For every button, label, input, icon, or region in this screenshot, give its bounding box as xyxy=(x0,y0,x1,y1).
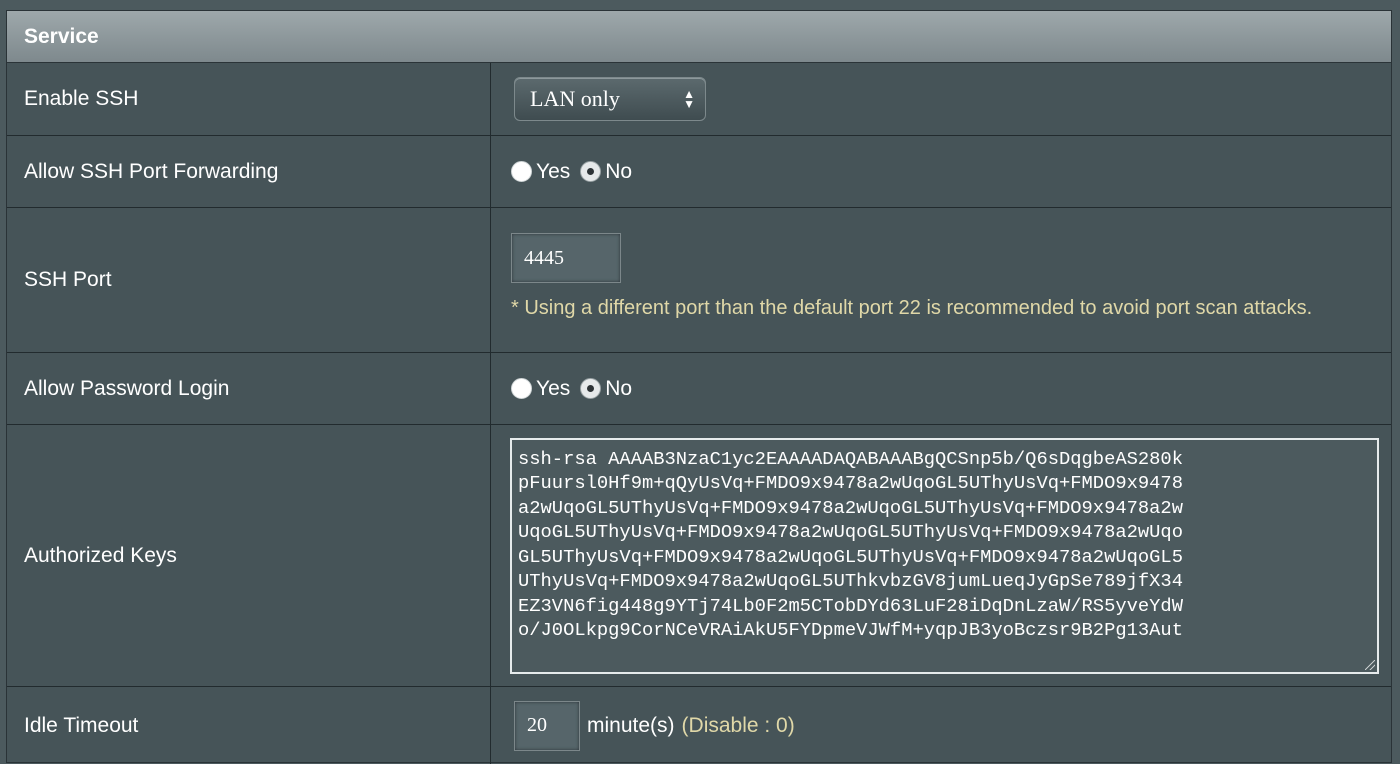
key-line: UqoGL5UThyUsVq+FMDO9x9478a2wUqoGL5UThyUs… xyxy=(518,521,1183,543)
key-line: a2wUqoGL5UThyUsVq+FMDO9x9478a2wUqoGL5UTh… xyxy=(518,496,1183,519)
authorized-keys-label: Authorized Keys xyxy=(7,425,491,686)
port-forwarding-yes-label[interactable]: Yes xyxy=(536,160,570,184)
password-login-no-label[interactable]: No xyxy=(605,377,632,401)
port-forwarding-yes-radio[interactable] xyxy=(511,161,532,182)
idle-timeout-input[interactable]: 20 xyxy=(514,700,580,751)
ssh-port-hint: * Using a different port than the defaul… xyxy=(511,297,1313,319)
port-forwarding-radio-group: Yes No xyxy=(511,160,642,184)
row-port-forwarding: Allow SSH Port Forwarding Yes No xyxy=(7,136,1391,208)
row-ssh-port: SSH Port 4445 * Using a different port t… xyxy=(7,208,1391,353)
enable-ssh-selected-value: LAN only xyxy=(530,86,620,111)
section-title: Service xyxy=(7,11,1391,63)
idle-timeout-unit: minute(s) xyxy=(587,713,675,737)
key-line: o/J0OLkpg9CorNCeVRAiAkU5FYDpmeVJWfM+yqpJ… xyxy=(518,619,1183,641)
service-panel: Service Enable SSH LAN only ▲ ▼ Allow SSH… xyxy=(6,10,1392,764)
port-forwarding-no-label[interactable]: No xyxy=(605,160,632,184)
ssh-port-input[interactable]: 4445 xyxy=(511,233,621,283)
key-line: pFuursl0Hf9m+qQyUsVq+FMDO9x9478a2wUqoGL5… xyxy=(518,472,1183,494)
key-line: GL5UThyUsVq+FMDO9x9478a2wUqoGL5UThyUsVq+… xyxy=(518,545,1183,568)
select-arrows-icon: ▲ ▼ xyxy=(683,87,695,111)
row-idle-timeout: Idle Timeout 20 minute(s) (Disable : 0) xyxy=(7,687,1391,764)
idle-timeout-label: Idle Timeout xyxy=(7,687,491,764)
key-line: EZ3VN6fig448g9YTj74Lb0F2m5CTobDYd63LuF28… xyxy=(518,594,1183,617)
row-authorized-keys: Authorized Keys ssh-rsa AAAAB3NzaC1yc2EA… xyxy=(7,425,1391,687)
resize-handle-icon[interactable] xyxy=(1365,659,1375,670)
enable-ssh-select[interactable]: LAN only ▲ ▼ xyxy=(514,77,706,121)
password-login-radio-group: Yes No xyxy=(511,377,642,401)
key-line: UThyUsVq+FMDO9x9478a2wUqoGL5UThkvbzGV8ju… xyxy=(518,570,1183,592)
row-enable-ssh: Enable SSH LAN only ▲ ▼ xyxy=(7,63,1391,136)
idle-timeout-hint: (Disable : 0) xyxy=(681,713,795,737)
ssh-port-label: SSH Port xyxy=(7,208,491,352)
authorized-keys-textarea[interactable]: ssh-rsa AAAAB3NzaC1yc2EAAAADAQABAAABgQCS… xyxy=(510,437,1379,674)
enable-ssh-label: Enable SSH xyxy=(7,63,491,135)
key-line: ssh-rsa AAAAB3NzaC1yc2EAAAADAQABAAABgQCS… xyxy=(518,447,1183,470)
password-login-yes-radio[interactable] xyxy=(511,378,532,399)
port-forwarding-label: Allow SSH Port Forwarding xyxy=(7,136,491,207)
password-login-label: Allow Password Login xyxy=(7,353,491,424)
password-login-yes-label[interactable]: Yes xyxy=(536,377,570,401)
password-login-no-radio[interactable] xyxy=(580,378,602,399)
row-password-login: Allow Password Login Yes No xyxy=(7,353,1391,425)
port-forwarding-no-radio[interactable] xyxy=(580,161,602,182)
